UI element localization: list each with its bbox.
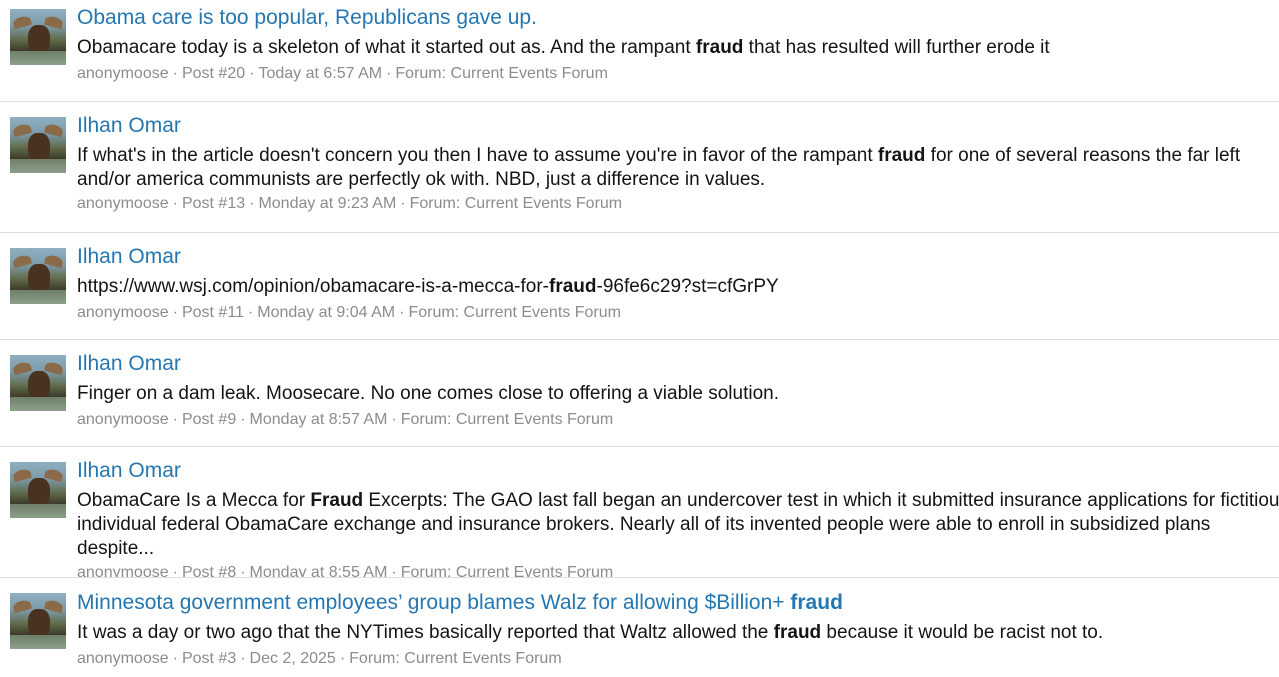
result-meta: anonymoose · Post #13 · Monday at 9:23 AM · Fo… bbox=[77, 195, 623, 212]
forum-link[interactable]: Forum: Current Events Forum bbox=[401, 411, 614, 428]
result-meta: anonymoose · Post #20 · Today at 6:57 AM · For… bbox=[77, 65, 608, 82]
result-meta: anonymoose · Post #8 · Monday at 8:55 AM · For… bbox=[77, 562, 1279, 578]
author-link[interactable]: anonymoose bbox=[77, 304, 169, 321]
result-title-link[interactable]: Obama care is too popular, Republicans g… bbox=[77, 5, 1279, 31]
author-link[interactable]: anonymoose bbox=[77, 650, 169, 667]
avatar[interactable] bbox=[10, 355, 66, 411]
post-number-link[interactable]: Post #8 bbox=[182, 564, 236, 577]
search-result: Ilhan Omar Finger on a dam leak. Mooseca… bbox=[0, 340, 1279, 447]
post-number-link[interactable]: Post #13 bbox=[182, 195, 245, 212]
search-result: Minnesota government employees’ group bl… bbox=[0, 578, 1279, 677]
result-snippet: If what's in the article doesn't concern… bbox=[77, 145, 1241, 190]
author-link[interactable]: anonymoose bbox=[77, 65, 169, 82]
avatar[interactable] bbox=[10, 117, 66, 173]
avatar[interactable] bbox=[10, 593, 66, 649]
forum-link[interactable]: Forum: Current Events Forum bbox=[349, 650, 562, 667]
author-link[interactable]: anonymoose bbox=[77, 411, 169, 428]
result-snippet: https://www.wsj.com/opinion/obamacare-is… bbox=[77, 276, 779, 297]
forum-link[interactable]: Forum: Current Events Forum bbox=[410, 195, 623, 212]
post-number-link[interactable]: Post #20 bbox=[182, 65, 245, 82]
post-number-link[interactable]: Post #3 bbox=[182, 650, 236, 667]
search-result: Ilhan Omar https://www.wsj.com/opinion/o… bbox=[0, 233, 1279, 340]
search-results-list: Obama care is too popular, Republicans g… bbox=[0, 0, 1279, 677]
result-title-link[interactable]: Ilhan Omar bbox=[77, 244, 1279, 270]
result-title-link[interactable]: Ilhan Omar bbox=[77, 458, 1279, 484]
result-title-link[interactable]: Ilhan Omar bbox=[77, 351, 1279, 377]
forum-link[interactable]: Forum: Current Events Forum bbox=[408, 304, 621, 321]
result-snippet: It was a day or two ago that the NYTimes… bbox=[77, 622, 1104, 643]
author-link[interactable]: anonymoose bbox=[77, 195, 169, 212]
result-snippet: ObamaCare Is a Mecca for Fraud Excerpts:… bbox=[77, 490, 1279, 559]
post-time: Monday at 9:23 AM bbox=[258, 195, 397, 212]
post-number-link[interactable]: Post #11 bbox=[182, 304, 244, 321]
result-snippet: Finger on a dam leak. Moosecare. No one … bbox=[77, 383, 779, 404]
forum-link[interactable]: Forum: Current Events Forum bbox=[395, 65, 608, 82]
post-time: Monday at 9:04 AM bbox=[257, 304, 396, 321]
post-time: Dec 2, 2025 bbox=[249, 650, 336, 667]
avatar[interactable] bbox=[10, 248, 66, 304]
author-link[interactable]: anonymoose bbox=[77, 564, 169, 577]
search-result: Obama care is too popular, Republicans g… bbox=[0, 0, 1279, 102]
post-time: Monday at 8:55 AM bbox=[249, 564, 388, 578]
result-meta: anonymoose · Post #11 · Monday at 9:04 AM · Fo… bbox=[77, 304, 621, 321]
result-meta: anonymoose · Post #3 · Dec 2, 2025 · Forum: Cu… bbox=[77, 650, 562, 667]
search-result: Ilhan Omar ObamaCare Is a Mecca for Frau… bbox=[0, 447, 1279, 578]
forum-link[interactable]: Forum: Current Events Forum bbox=[401, 564, 614, 577]
post-time: Today at 6:57 AM bbox=[258, 65, 383, 82]
avatar[interactable] bbox=[10, 9, 66, 65]
search-result: Ilhan Omar If what's in the article does… bbox=[0, 102, 1279, 233]
result-meta: anonymoose · Post #9 · Monday at 8:57 AM · For… bbox=[77, 411, 614, 428]
result-snippet: Obamacare today is a skeleton of what it… bbox=[77, 37, 1050, 58]
post-number-link[interactable]: Post #9 bbox=[182, 411, 236, 428]
avatar[interactable] bbox=[10, 462, 66, 518]
result-title-link[interactable]: Ilhan Omar bbox=[77, 113, 1279, 139]
result-title-link[interactable]: Minnesota government employees’ group bl… bbox=[77, 590, 1279, 616]
post-time: Monday at 8:57 AM bbox=[249, 411, 388, 428]
